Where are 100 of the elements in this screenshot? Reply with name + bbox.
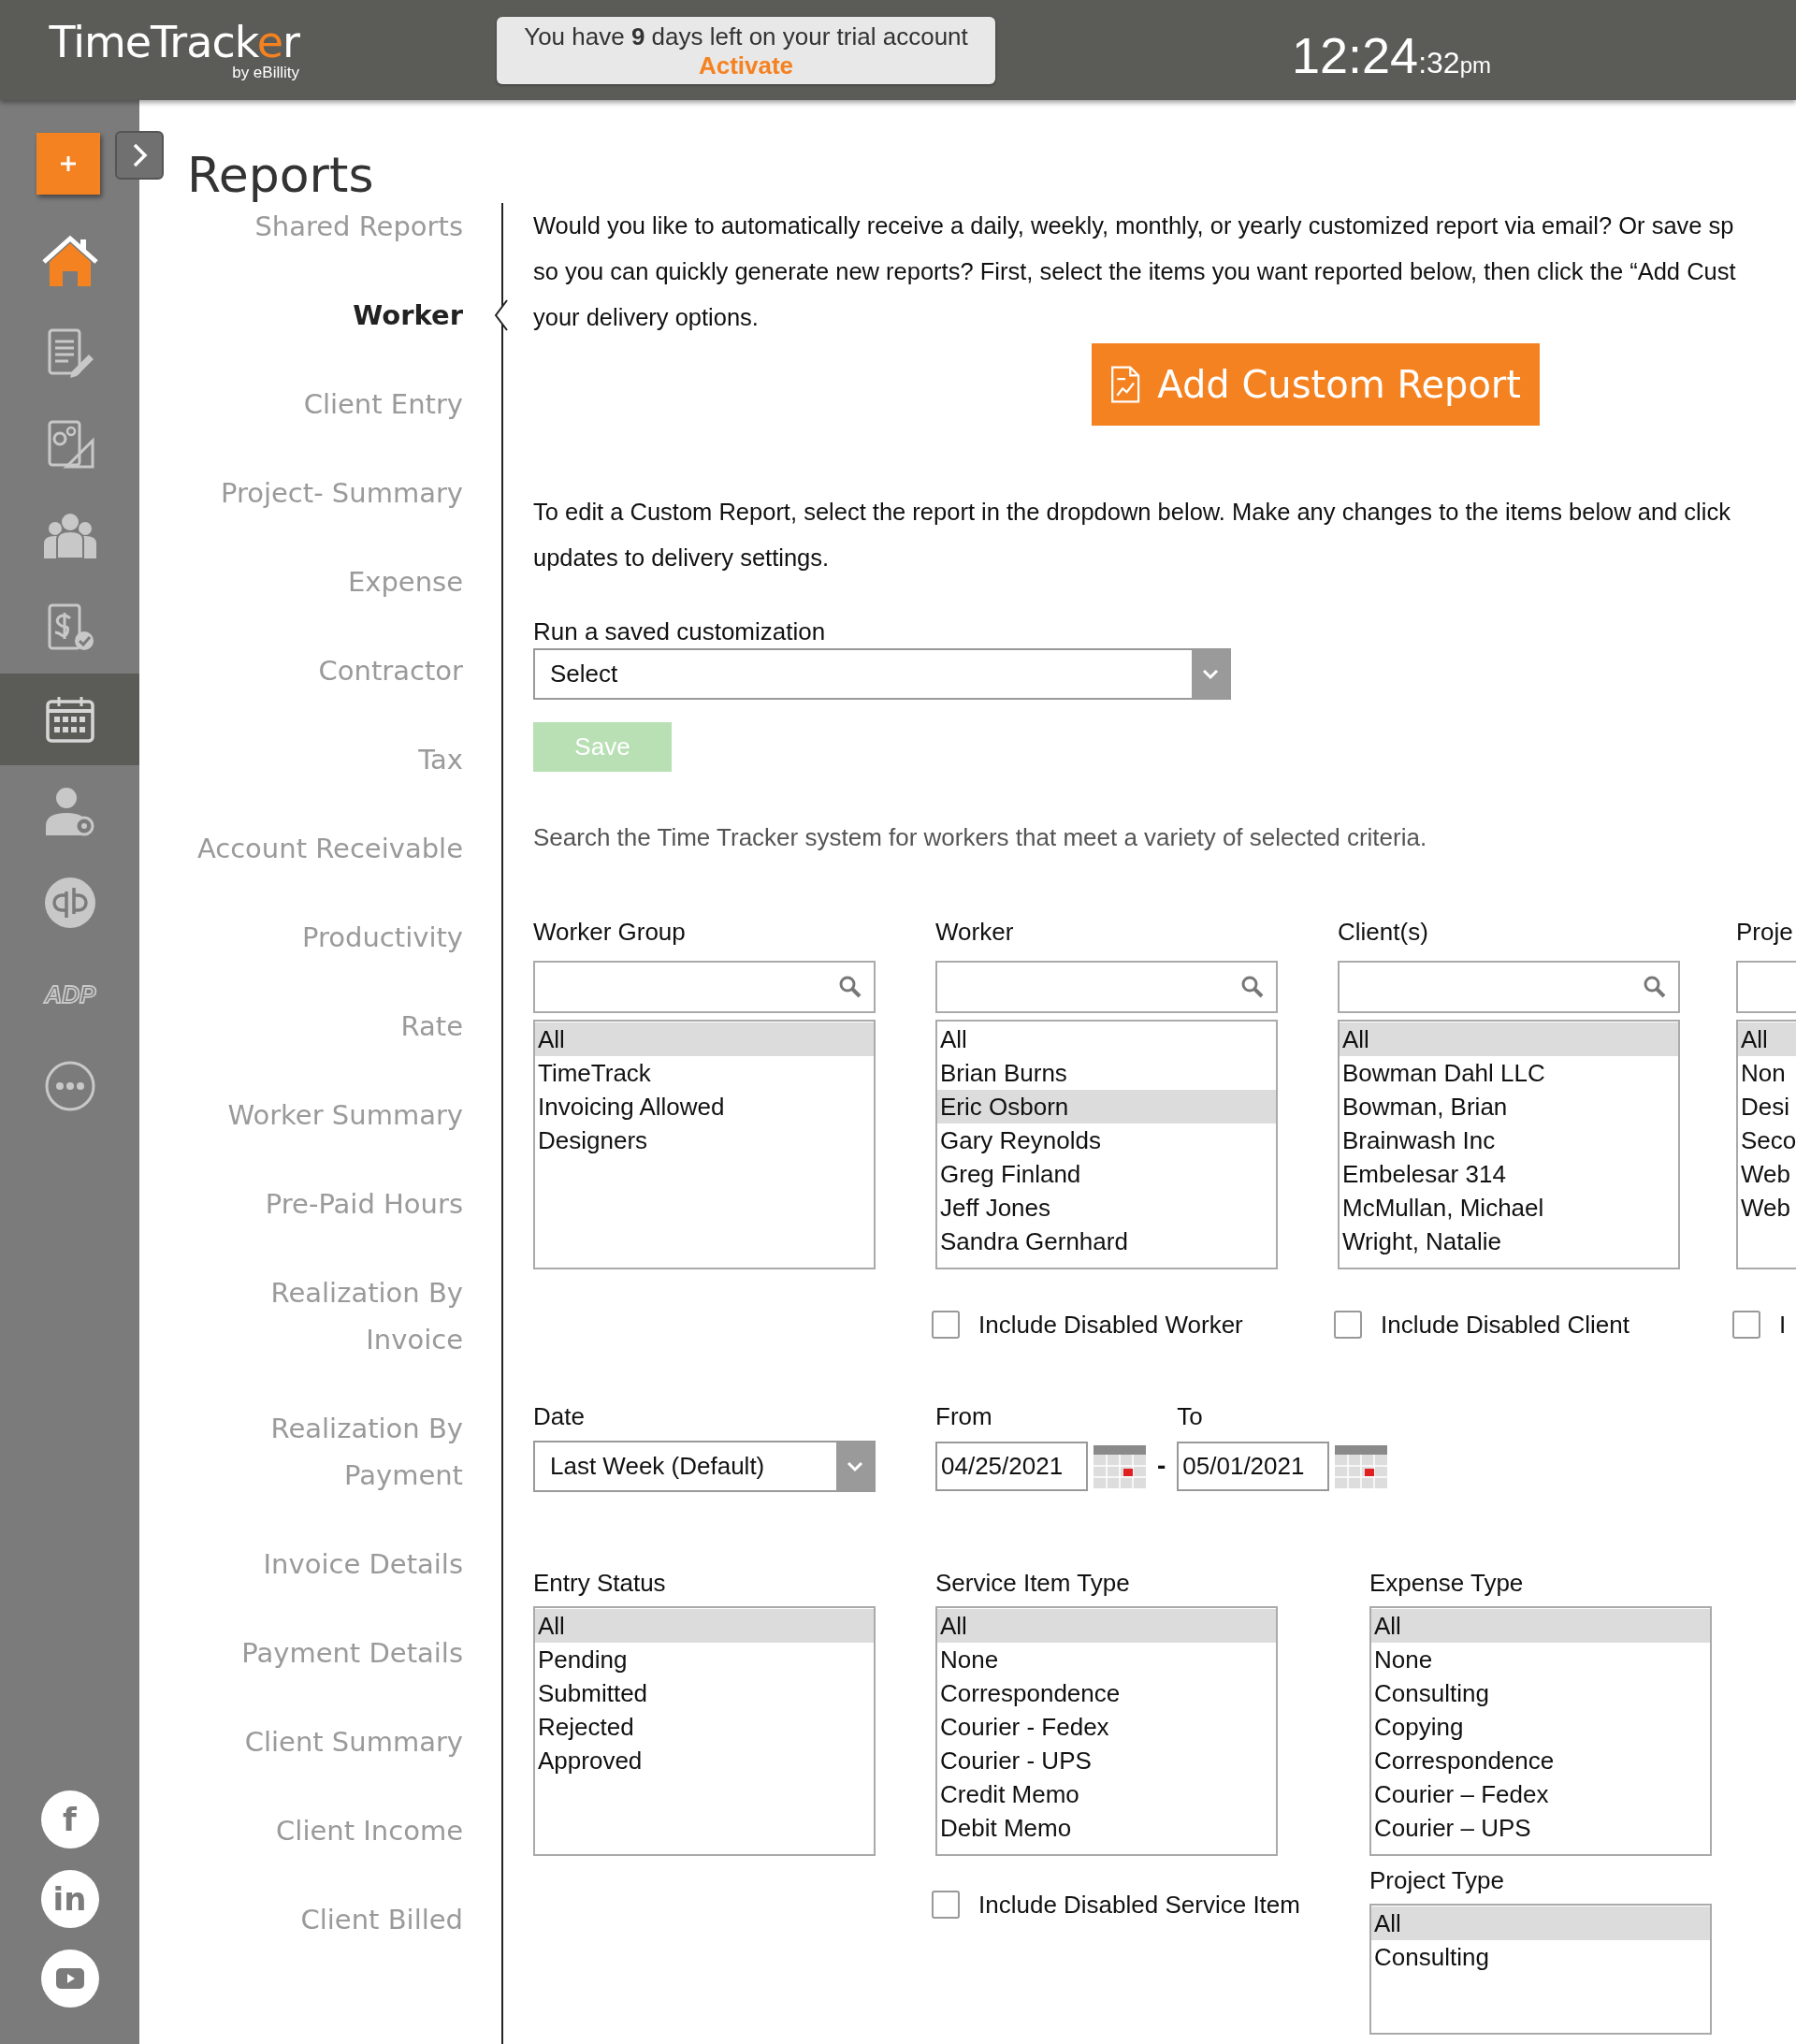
- list-option[interactable]: Courier – UPS: [1371, 1811, 1710, 1845]
- filter-label: Proje: [1736, 917, 1794, 948]
- to-date-field[interactable]: 05/01/2021: [1177, 1442, 1330, 1491]
- list-option[interactable]: All: [937, 1022, 1276, 1056]
- date-range-dropdown[interactable]: Last Week (Default): [533, 1441, 876, 1492]
- list-option[interactable]: Embelesar 314: [1340, 1157, 1678, 1191]
- filter-label: Entry Status: [533, 1568, 667, 1599]
- list-option[interactable]: Brian Burns: [937, 1056, 1276, 1090]
- trial-message: You have 9 days left on your trial account: [524, 21, 968, 51]
- list-option[interactable]: Credit Memo: [937, 1777, 1276, 1811]
- list-option[interactable]: Designers: [535, 1123, 874, 1157]
- list-option[interactable]: TimeTrack: [535, 1056, 874, 1090]
- checkbox[interactable]: [932, 1311, 960, 1339]
- from-label: From: [935, 1401, 993, 1432]
- list-option[interactable]: Correspondence: [937, 1676, 1276, 1710]
- list-option[interactable]: Consulting: [1371, 1676, 1710, 1710]
- search-field[interactable]: [1338, 961, 1680, 1013]
- more-icon: [43, 1060, 96, 1112]
- calendar-icon[interactable]: [1094, 1444, 1146, 1488]
- social-link[interactable]: f: [40, 1790, 99, 1848]
- filter-label: Client(s): [1338, 917, 1429, 948]
- checkbox[interactable]: [1732, 1311, 1760, 1339]
- date-label: Date: [533, 1401, 586, 1432]
- list-option[interactable]: Greg Finland: [937, 1157, 1276, 1191]
- list-option[interactable]: Pending: [535, 1643, 874, 1676]
- list-option[interactable]: Eric Osborn: [937, 1090, 1276, 1123]
- search-field[interactable]: [533, 961, 876, 1013]
- list-option[interactable]: Correspondence: [1371, 1744, 1710, 1777]
- list-option[interactable]: Wright, Natalie: [1340, 1225, 1678, 1258]
- list-option[interactable]: All: [1371, 1609, 1710, 1643]
- checkbox-label: I: [1779, 1310, 1787, 1340]
- list-option[interactable]: Copying: [1371, 1710, 1710, 1744]
- search-icon: [838, 975, 862, 999]
- caret-icon: [1201, 667, 1220, 681]
- list-option[interactable]: All: [535, 1609, 874, 1643]
- sidebar-item[interactable]: [0, 674, 139, 765]
- list-option[interactable]: All: [535, 1022, 874, 1056]
- saved-customization-dropdown[interactable]: Select: [533, 648, 1231, 700]
- list-option[interactable]: Web: [1738, 1157, 1796, 1191]
- logo-text: TimeTracker: [49, 18, 299, 65]
- list-option[interactable]: All: [1738, 1022, 1796, 1056]
- list-option[interactable]: Courier – Fedex: [1371, 1777, 1710, 1811]
- logo-subtitle: by eBillity: [232, 63, 299, 82]
- multi-select-list[interactable]: All Bowman Dahl LLC Bowman, Brian Brainwash Inc Embelesar 314 McMullan, Michael Wright, Natalie: [1338, 1020, 1680, 1269]
- multi-select-list[interactable]: All None Correspondence Courier - Fedex Courier - UPS Credit Memo Debit Memo: [935, 1606, 1278, 1856]
- edit-instructions-text: updates to delivery settings.: [533, 544, 831, 573]
- multi-select-list[interactable]: All None Consulting Copying Correspondence Courier – Fedex Courier – UPS: [1369, 1606, 1712, 1856]
- search-field[interactable]: [935, 961, 1278, 1013]
- intro-text: Would you like to automatically receive a daily, weekly, monthly, or yearly customized report via email? Or save sp: [533, 211, 1735, 240]
- social-link[interactable]: in: [40, 1870, 99, 1928]
- expand-button[interactable]: [115, 131, 164, 180]
- multi-select-list[interactable]: All TimeTrack Invoicing Allowed Designers: [533, 1020, 876, 1269]
- report-nav-link[interactable]: Worker: [353, 292, 463, 339]
- list-option[interactable]: Approved: [535, 1744, 874, 1777]
- list-option[interactable]: Seco: [1738, 1123, 1796, 1157]
- checkbox-label: Include Disabled Service Item: [978, 1890, 1300, 1920]
- edit-instructions-text: To edit a Custom Report, select the report in the dropdown below. Make any changes to the items below and click: [533, 498, 1731, 527]
- filter-label: Project Type: [1369, 1865, 1506, 1896]
- circle-logo-icon: [43, 877, 96, 929]
- list-option[interactable]: Submitted: [535, 1676, 874, 1710]
- multi-select-list[interactable]: All Brian Burns Eric Osborn Gary Reynolds Greg Finland Jeff Jones Sandra Gernhard: [935, 1020, 1278, 1269]
- filter-label: Worker: [935, 917, 1015, 948]
- list-option[interactable]: Rejected: [535, 1710, 874, 1744]
- list-option[interactable]: McMullan, Michael: [1340, 1191, 1678, 1225]
- search-description: Search the Time Tracker system for workers that meet a variety of selected criteria.: [533, 822, 1428, 853]
- list-option[interactable]: Gary Reynolds: [937, 1123, 1276, 1157]
- list-option[interactable]: Invoicing Allowed: [535, 1090, 874, 1123]
- multi-select-list[interactable]: All Consulting: [1369, 1904, 1712, 2035]
- list-option[interactable]: Jeff Jones: [937, 1191, 1276, 1225]
- list-option[interactable]: Brainwash Inc: [1340, 1123, 1678, 1157]
- from-date-field[interactable]: 04/25/2021: [935, 1442, 1088, 1491]
- list-option[interactable]: Consulting: [1371, 1940, 1710, 1974]
- list-option[interactable]: None: [1371, 1643, 1710, 1676]
- page-title: Reports: [187, 147, 375, 203]
- to-label: To: [1177, 1401, 1204, 1432]
- list-option[interactable]: Desi: [1738, 1090, 1796, 1123]
- filter-label: Worker Group: [533, 917, 687, 948]
- list-option[interactable]: Non: [1738, 1056, 1796, 1090]
- filter-label: Expense Type: [1369, 1568, 1525, 1599]
- list-option[interactable]: None: [937, 1643, 1276, 1676]
- adp-logo: ADP: [41, 980, 98, 1008]
- checkbox[interactable]: [1334, 1311, 1362, 1339]
- intro-text: your delivery options.: [533, 303, 760, 332]
- list-option[interactable]: Courier - Fedex: [937, 1710, 1276, 1744]
- add-button[interactable]: [36, 133, 100, 195]
- list-option[interactable]: All: [1340, 1022, 1678, 1056]
- list-option[interactable]: Debit Memo: [937, 1811, 1276, 1845]
- list-option[interactable]: Sandra Gernhard: [937, 1225, 1276, 1258]
- caret-icon: [846, 1459, 864, 1473]
- list-option[interactable]: Web: [1738, 1191, 1796, 1225]
- list-option[interactable]: Bowman, Brian: [1340, 1090, 1678, 1123]
- calendar-icon[interactable]: [1335, 1444, 1388, 1488]
- list-option[interactable]: Bowman Dahl LLC: [1340, 1056, 1678, 1090]
- multi-select-list[interactable]: All Non Desi Seco Web Web: [1736, 1020, 1796, 1269]
- multi-select-list[interactable]: All Pending Submitted Rejected Approved: [533, 1606, 876, 1856]
- checkbox[interactable]: [932, 1891, 960, 1919]
- list-option[interactable]: All: [937, 1609, 1276, 1643]
- list-option[interactable]: All: [1371, 1906, 1710, 1940]
- play-icon: [55, 1968, 84, 1989]
- list-option[interactable]: Courier - UPS: [937, 1744, 1276, 1777]
